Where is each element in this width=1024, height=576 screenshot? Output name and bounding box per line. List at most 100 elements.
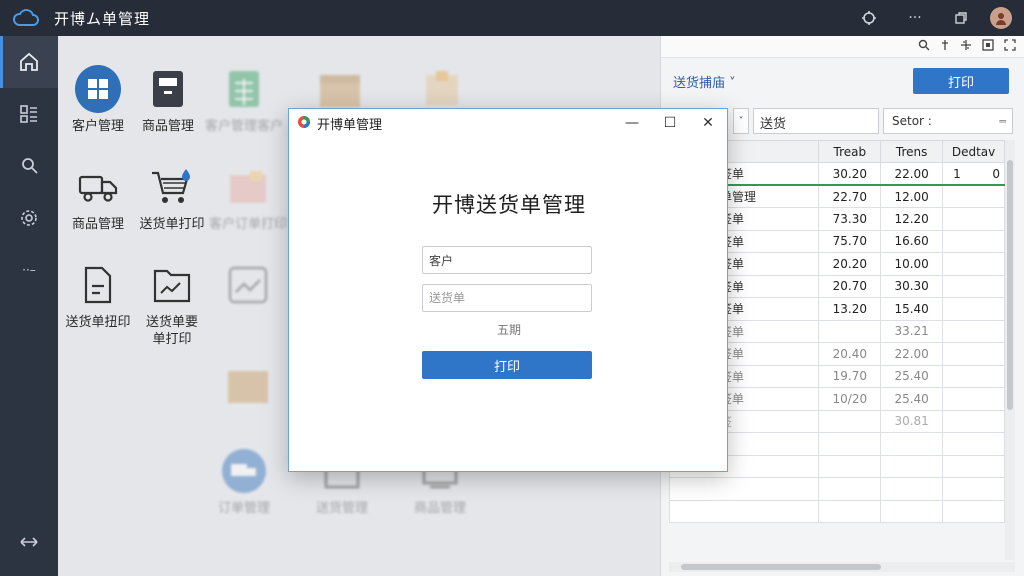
table-cell[interactable]: 22.00 (880, 342, 944, 366)
more-dots-icon[interactable]: ··– (0, 244, 58, 296)
table-cell[interactable] (942, 184, 1005, 208)
table-cell[interactable] (942, 432, 1005, 456)
table-cell[interactable]: 30.81 (880, 409, 944, 433)
filter-dropdown-toggle[interactable]: ˅ (733, 108, 749, 134)
column-header[interactable]: Trens (880, 140, 944, 163)
table-cell[interactable]: 20.40 (818, 342, 882, 366)
horizontal-scrollbar[interactable] (669, 562, 1015, 572)
tile-chart[interactable] (208, 262, 288, 314)
table-cell[interactable] (942, 319, 1005, 343)
cabinet-icon (145, 66, 191, 112)
more-icon[interactable]: ··· (892, 0, 938, 36)
table-cell[interactable] (880, 432, 944, 456)
table-cell[interactable] (942, 387, 1005, 411)
table-cell[interactable]: 33.21 (880, 319, 944, 343)
table-cell[interactable]: 10.00 (880, 252, 944, 276)
tile-delivery-print[interactable]: 送货单打印 (132, 164, 212, 233)
table-cell[interactable] (818, 477, 882, 501)
delivery-note-field[interactable] (422, 284, 592, 312)
customer-field[interactable] (422, 246, 592, 274)
home-icon[interactable] (0, 36, 58, 88)
print-button[interactable]: 打印 (913, 68, 1009, 94)
exit-arrow-icon[interactable] (0, 516, 58, 568)
filter-input[interactable]: 送货 (753, 108, 879, 134)
close-button[interactable]: ✕ (689, 109, 727, 137)
tile-customer-docs[interactable]: 客户管理客户 (204, 66, 284, 135)
table-row[interactable] (668, 499, 1005, 523)
fullscreen-icon[interactable] (1004, 39, 1016, 54)
table-cell[interactable]: 10 (942, 162, 1005, 186)
sync-icon[interactable] (846, 0, 892, 36)
table-cell[interactable]: 22.00 (880, 162, 944, 186)
table-cell[interactable]: 25.40 (880, 387, 944, 411)
table-cell[interactable] (668, 499, 820, 523)
vertical-scrollbar[interactable] (1005, 140, 1015, 560)
table-cell[interactable] (880, 477, 944, 501)
table-cell[interactable]: 10/20 (818, 387, 882, 411)
table-cell[interactable]: 13.20 (818, 297, 882, 321)
document-list-icon[interactable] (0, 88, 58, 140)
table-cell[interactable]: 12.00 (880, 184, 944, 208)
table-cell[interactable]: 16.60 (880, 229, 944, 253)
table-cell[interactable] (818, 409, 882, 433)
table-cell[interactable]: 20.20 (818, 252, 882, 276)
table-cell[interactable] (942, 409, 1005, 433)
folder-icon (225, 164, 271, 210)
table-cell[interactable]: 20.70 (818, 274, 882, 298)
table-cell[interactable] (942, 297, 1005, 321)
table-cell[interactable]: 19.70 (818, 364, 882, 388)
table-cell[interactable] (942, 477, 1005, 501)
pin-icon[interactable] (940, 39, 950, 54)
table-cell[interactable] (942, 274, 1005, 298)
tile-order-print[interactable]: 客户订单打印 (208, 164, 288, 233)
column-header[interactable]: Treab (818, 140, 882, 163)
tile-customer-management[interactable]: 客户管理 (58, 65, 138, 135)
expand-icon[interactable] (982, 39, 994, 54)
table-cell[interactable] (942, 207, 1005, 231)
sector-select[interactable]: Setor : ═ (883, 108, 1013, 134)
maximize-button[interactable]: ☐ (651, 109, 689, 137)
period-link[interactable]: 五期 (289, 321, 729, 338)
table-cell[interactable] (818, 499, 882, 523)
table-cell[interactable] (818, 319, 882, 343)
table-cell[interactable]: 15.40 (880, 297, 944, 321)
table-cell[interactable] (880, 454, 944, 478)
table-cell[interactable] (942, 229, 1005, 253)
search-icon[interactable] (0, 140, 58, 192)
tile-delivery-doc-print[interactable]: 送货单要 单打印 (132, 262, 212, 348)
table-cell[interactable] (942, 364, 1005, 388)
table-cell[interactable] (818, 454, 882, 478)
table-cell[interactable] (942, 342, 1005, 366)
minimize-button[interactable]: — (613, 109, 651, 137)
table-cell[interactable]: 73.30 (818, 207, 882, 231)
search-icon[interactable] (918, 39, 930, 54)
table-cell[interactable]: 30.20 (818, 162, 882, 186)
table-cell[interactable] (818, 432, 882, 456)
table-row[interactable] (668, 477, 1005, 501)
chart-icon (225, 262, 271, 308)
table-cell[interactable] (942, 499, 1005, 523)
table-cell[interactable] (942, 252, 1005, 276)
table-cell[interactable] (668, 477, 820, 501)
window-restore-icon[interactable] (938, 0, 984, 36)
tile-delivery-truck[interactable]: 商品管理 (58, 164, 138, 233)
table-cell[interactable]: 12.20 (880, 207, 944, 231)
tile-box-3[interactable] (208, 362, 288, 414)
table-cell[interactable]: 25.40 (880, 364, 944, 388)
dialog-print-button[interactable]: 打印 (422, 351, 592, 379)
table-cell[interactable]: 75.70 (818, 229, 882, 253)
table-cell[interactable] (942, 454, 1005, 478)
panel-toolbar (661, 36, 1024, 58)
column-header[interactable]: Dedtav (942, 140, 1005, 163)
user-avatar[interactable] (990, 7, 1012, 29)
tile-product-management[interactable]: 商品管理 (128, 66, 208, 135)
table-cell[interactable]: 30.30 (880, 274, 944, 298)
table-cell[interactable] (880, 499, 944, 523)
settings-gear-icon[interactable] (0, 192, 58, 244)
spreadsheet-icon (221, 66, 267, 112)
split-view-icon[interactable] (960, 39, 972, 54)
tile-order-management[interactable]: 订单管理 (204, 448, 284, 517)
panel-title[interactable]: 送货捕庙 ˅ (673, 72, 736, 91)
tile-delivery-doc[interactable]: 送货单扭印 (58, 262, 138, 331)
table-cell[interactable]: 22.70 (818, 184, 882, 208)
